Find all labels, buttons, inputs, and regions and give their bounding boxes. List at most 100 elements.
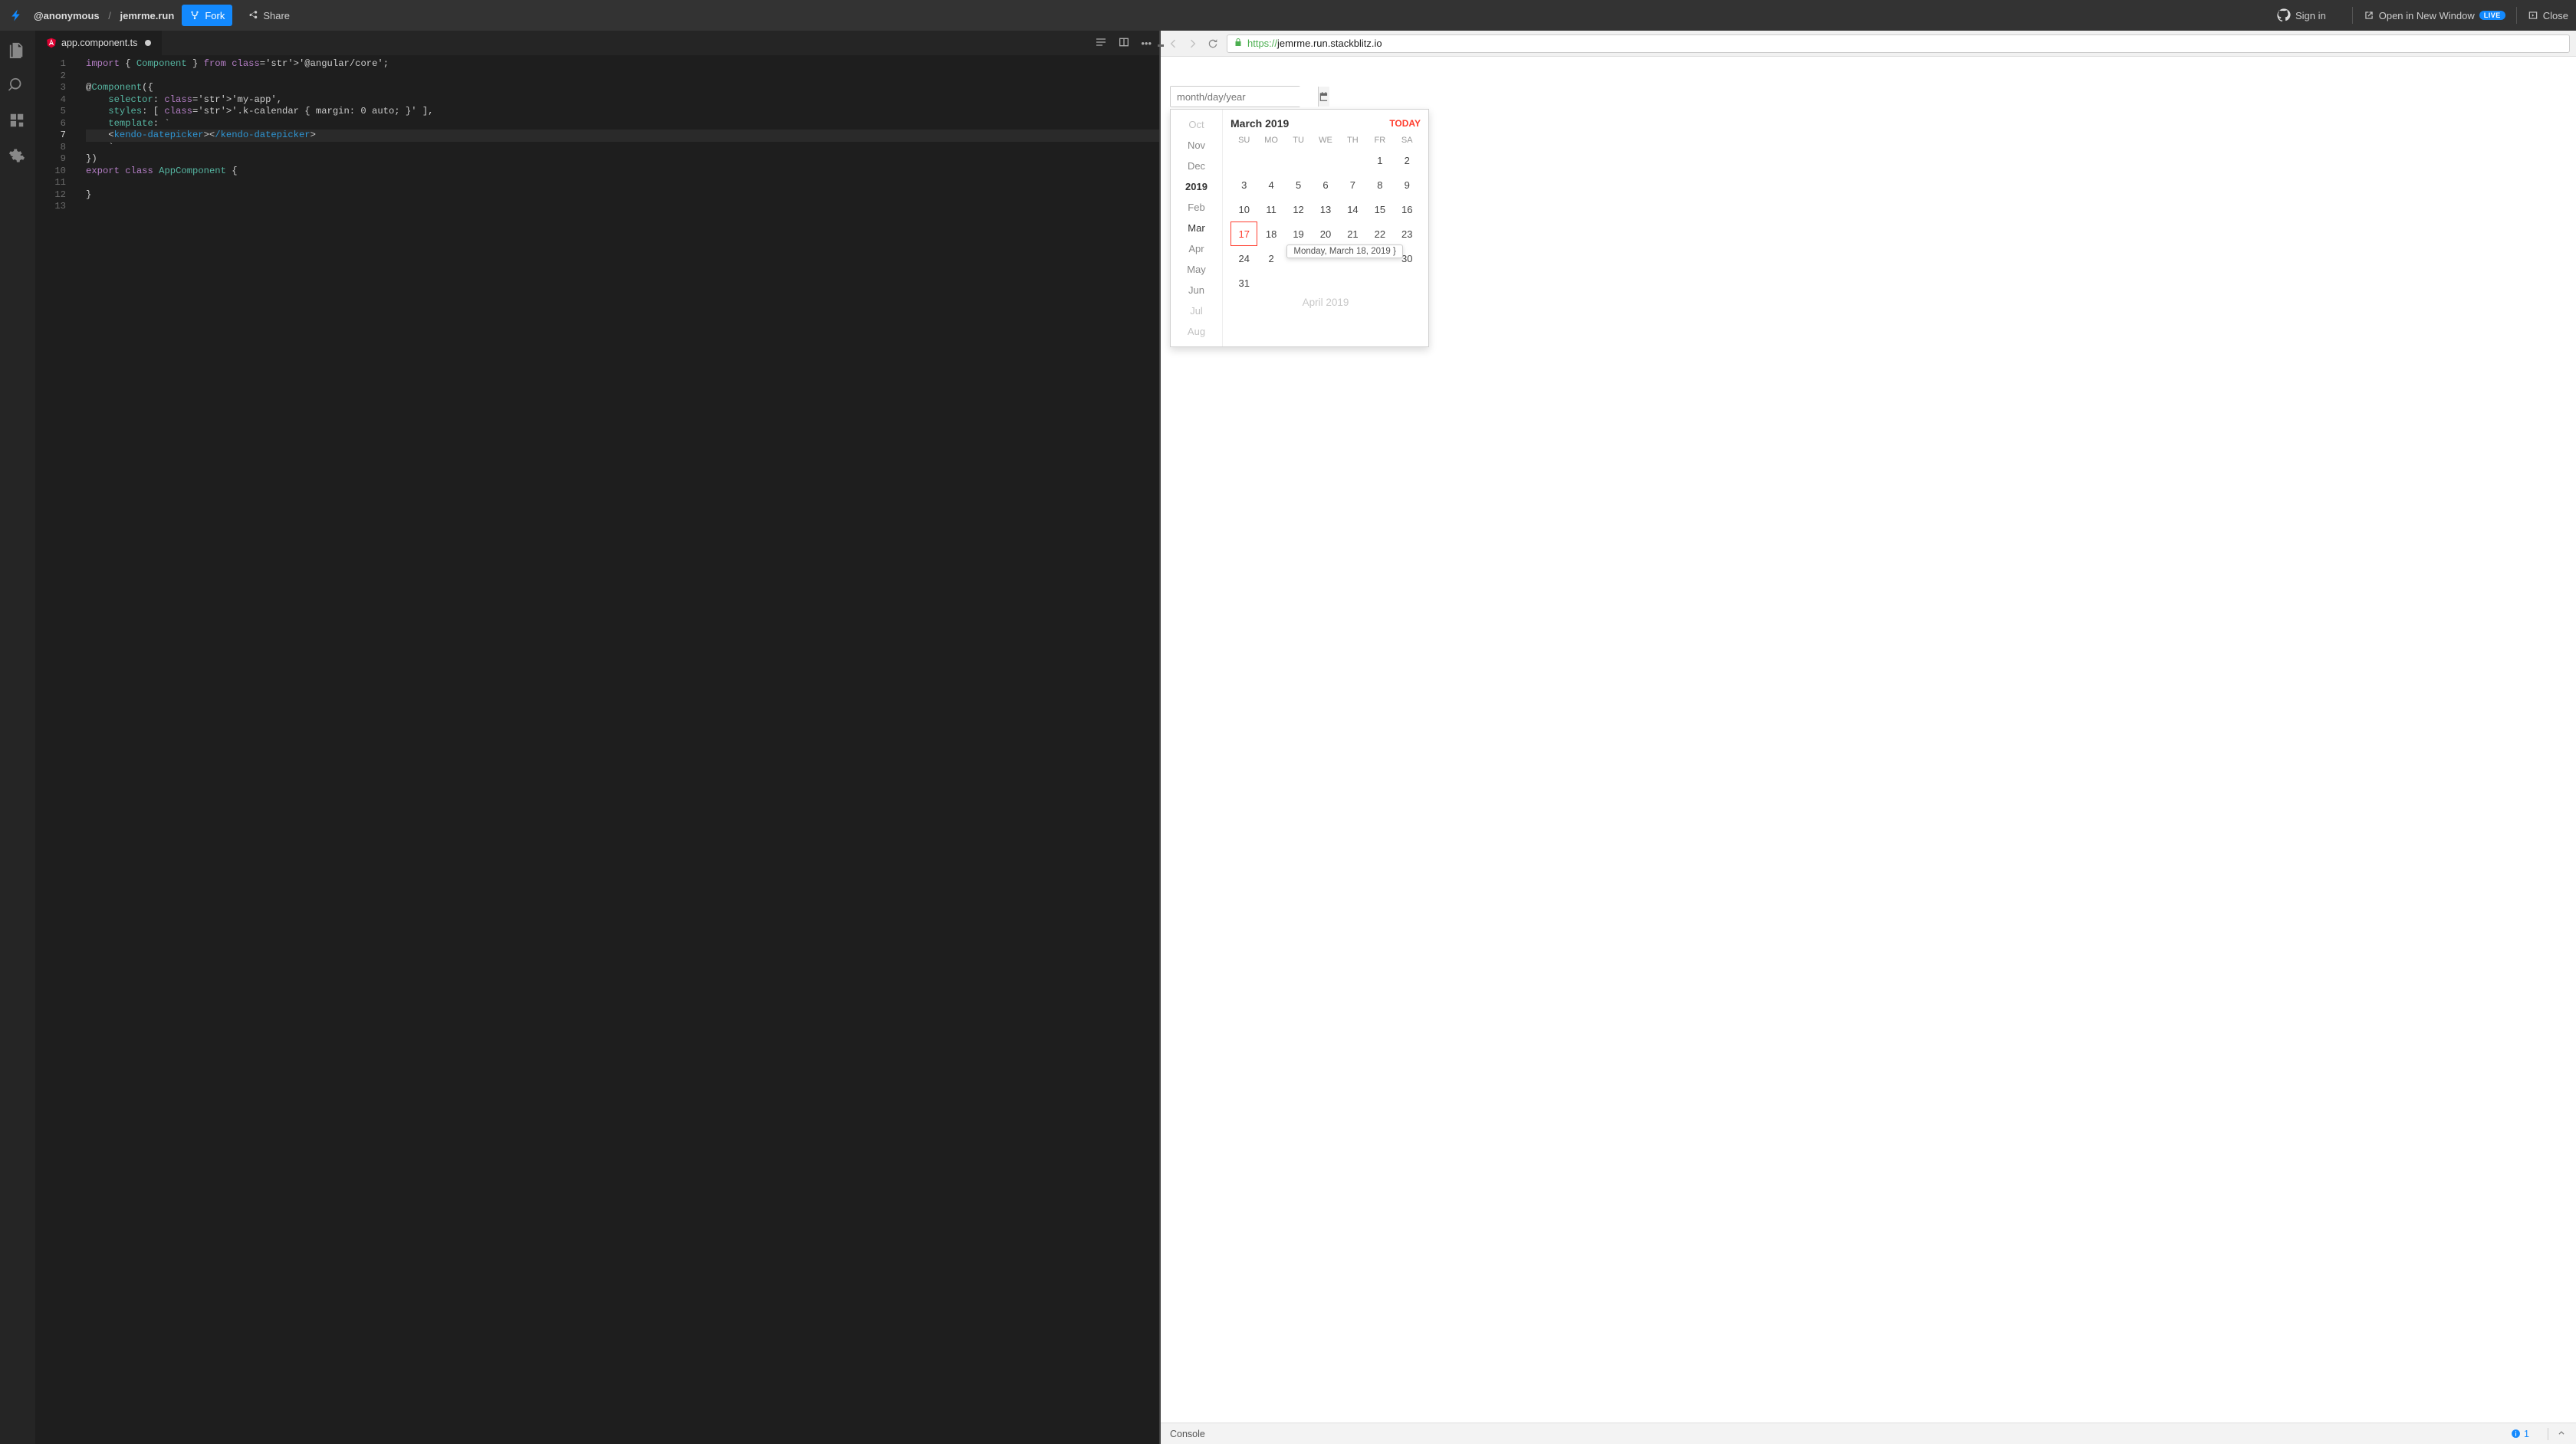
day-cell[interactable]: 14 (1339, 197, 1366, 222)
empty-cell (1312, 148, 1339, 172)
open-new-window-button[interactable]: Open in New Window LIVE (2364, 10, 2505, 21)
console-info-count: 1 (2524, 1429, 2529, 1439)
preview-toolbar: https://jemrme.run.stackblitz.io (1161, 31, 2576, 57)
day-cell[interactable]: 3 (1230, 172, 1257, 197)
signin-label: Sign in (2295, 10, 2326, 21)
day-cell[interactable]: 19 (1285, 222, 1312, 246)
code-content[interactable]: import { Component } from class='str'>'@… (77, 55, 1159, 1444)
day-cell[interactable]: 4 (1257, 172, 1284, 197)
close-button[interactable]: Close (2528, 10, 2568, 21)
datepicker: OctNovDec2019FebMarAprMayJunJulAug March… (1170, 86, 1429, 347)
tab-filename: app.component.ts (61, 38, 137, 48)
day-cell[interactable]: 22 (1366, 222, 1393, 246)
day-cell[interactable]: 10 (1230, 197, 1257, 222)
split-editor-icon[interactable] (1118, 36, 1130, 51)
day-cell[interactable]: 6 (1312, 172, 1339, 197)
signin-button[interactable]: Sign in (2277, 8, 2326, 22)
empty-cell (1257, 271, 1284, 295)
month-strip-item[interactable]: Dec (1171, 156, 1222, 176)
day-cell[interactable]: 17 (1230, 222, 1257, 246)
editor-pane: app.component.ts ••• 12345678910111213 i… (35, 31, 1159, 1444)
breadcrumb-separator: / (108, 10, 111, 21)
console-expand-icon[interactable] (2556, 1427, 2567, 1440)
empty-cell (1394, 271, 1421, 295)
calendar-header: March 2019 TODAY (1230, 117, 1421, 130)
code-editor[interactable]: 12345678910111213 import { Component } f… (35, 55, 1159, 1444)
day-cell[interactable]: 13 (1312, 197, 1339, 222)
month-strip-item[interactable]: Aug (1171, 321, 1222, 342)
top-bar: @anonymous / jemrme.run Fork Share Sign … (0, 0, 2576, 31)
fork-label: Fork (205, 10, 225, 21)
nav-forward-icon (1187, 38, 1199, 50)
month-strip-item[interactable]: Jun (1171, 280, 1222, 300)
today-button[interactable]: TODAY (1389, 118, 1421, 129)
empty-cell (1339, 148, 1366, 172)
console-label: Console (1170, 1429, 1205, 1439)
month-strip-item[interactable]: Mar (1171, 218, 1222, 238)
day-cell[interactable]: 21 (1339, 222, 1366, 246)
empty-cell (1312, 271, 1339, 295)
month-strip-item[interactable]: Nov (1171, 135, 1222, 156)
day-cell[interactable]: 31 (1230, 271, 1257, 295)
url-host: jemrme.run.stackblitz.io (1277, 38, 1382, 49)
breadcrumb: @anonymous / jemrme.run (34, 10, 174, 21)
day-cell[interactable]: 2Monday, March 18, 2019 } (1257, 246, 1284, 271)
month-strip-item[interactable]: Feb (1171, 197, 1222, 218)
dow-label: TU (1285, 136, 1312, 145)
day-cell[interactable]: 9 (1394, 172, 1421, 197)
split-handle-icon[interactable] (1158, 44, 1164, 47)
calendar-title[interactable]: March 2019 (1230, 117, 1289, 130)
console-bar[interactable]: Console 1 (1161, 1423, 2576, 1444)
month-strip-item[interactable]: Jul (1171, 300, 1222, 321)
project-link[interactable]: jemrme.run (120, 10, 175, 21)
preview-url-bar[interactable]: https://jemrme.run.stackblitz.io (1227, 34, 2570, 53)
day-cell[interactable]: 7 (1339, 172, 1366, 197)
tab-dirty-indicator-icon (145, 40, 151, 46)
empty-cell (1339, 271, 1366, 295)
month-strip-item[interactable]: May (1171, 259, 1222, 280)
close-label: Close (2543, 10, 2568, 21)
lock-icon (1234, 38, 1243, 49)
more-actions-icon[interactable]: ••• (1141, 38, 1152, 49)
search-icon[interactable] (8, 77, 27, 95)
ports-icon[interactable] (8, 112, 27, 130)
day-cell[interactable]: 24 (1230, 246, 1257, 271)
day-cell[interactable]: 8 (1366, 172, 1393, 197)
day-cell[interactable]: 5 (1285, 172, 1312, 197)
empty-cell (1285, 271, 1312, 295)
month-strip-item[interactable]: Apr (1171, 238, 1222, 259)
calendar-grid: 1234567891011121314151617181920212223242… (1230, 148, 1421, 295)
datepicker-input[interactable] (1171, 87, 1318, 107)
preview-pane: https://jemrme.run.stackblitz.io OctNovD… (1159, 31, 2576, 1444)
month-strip-item[interactable]: 2019 (1171, 176, 1222, 197)
day-cell[interactable]: 2 (1394, 148, 1421, 172)
live-badge: LIVE (2479, 11, 2505, 20)
share-button[interactable]: Share (240, 5, 297, 26)
tab-app-component[interactable]: app.component.ts (35, 31, 162, 55)
empty-cell (1230, 148, 1257, 172)
console-info-badge[interactable]: 1 (2511, 1429, 2529, 1439)
angular-file-icon (46, 38, 57, 48)
day-cell[interactable]: 11 (1257, 197, 1284, 222)
dow-label: SU (1230, 136, 1257, 145)
day-cell[interactable]: 15 (1366, 197, 1393, 222)
day-cell[interactable]: 20 (1312, 222, 1339, 246)
day-cell[interactable]: 12 (1285, 197, 1312, 222)
explorer-icon[interactable] (8, 41, 27, 60)
format-icon[interactable] (1095, 36, 1107, 51)
day-cell[interactable]: 16 (1394, 197, 1421, 222)
day-cell[interactable]: 1 (1366, 148, 1393, 172)
url-protocol: https:// (1247, 38, 1277, 49)
calendar-toggle-icon[interactable] (1318, 87, 1329, 107)
empty-cell (1257, 148, 1284, 172)
activity-bar (0, 31, 35, 1444)
month-nav-strip[interactable]: OctNovDec2019FebMarAprMayJunJulAug (1171, 110, 1223, 346)
month-strip-item[interactable]: Oct (1171, 114, 1222, 135)
fork-button[interactable]: Fork (182, 5, 232, 26)
day-cell[interactable]: 23 (1394, 222, 1421, 246)
owner-link[interactable]: @anonymous (34, 10, 100, 21)
day-cell[interactable]: 18 (1257, 222, 1284, 246)
nav-back-icon (1167, 38, 1179, 50)
settings-gear-icon[interactable] (8, 147, 27, 166)
reload-icon[interactable] (1207, 38, 1219, 50)
